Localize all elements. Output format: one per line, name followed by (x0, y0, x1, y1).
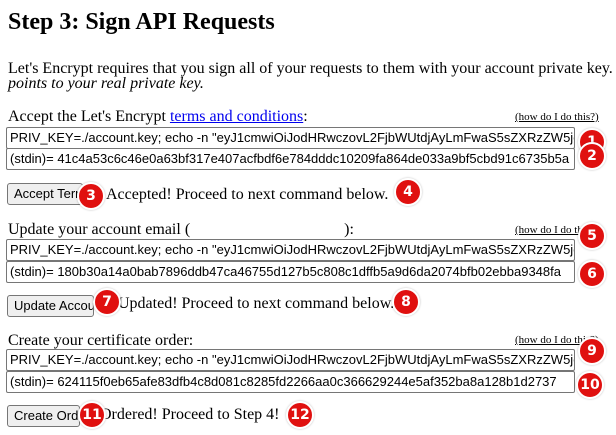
badge-5: 5 (578, 222, 606, 250)
update-output-field[interactable]: (stdin)= 180b30a14a0bab7896ddb47ca46755d… (6, 261, 575, 283)
how-link-accept[interactable]: (how do I do this?) (515, 111, 599, 123)
update-command-field[interactable]: PRIV_KEY=./account.key; echo -n "eyJ1cmw… (6, 239, 575, 261)
page-title: Step 3: Sign API Requests (8, 9, 275, 35)
order-command-field[interactable]: PRIV_KEY=./account.key; echo -n "eyJ1cmw… (6, 349, 575, 371)
badge-9: 9 (578, 337, 606, 365)
badge-7: 7 (93, 288, 121, 316)
badge-2: 2 (578, 142, 606, 170)
badge-10: 10 (576, 371, 604, 399)
accept-terms-button[interactable]: Accept Terms (7, 183, 83, 205)
intro-note: points to your real private key. (8, 75, 204, 92)
badge-6: 6 (578, 260, 606, 288)
badge-3: 3 (77, 182, 105, 210)
order-status: Ordered! Proceed to Step 4! (100, 406, 280, 423)
accept-terms-label: Accept the Let's Encrypt terms and condi… (8, 108, 308, 125)
update-status: Updated! Proceed to next command below. (118, 295, 395, 312)
accept-command-field[interactable]: PRIV_KEY=./account.key; echo -n "eyJ1cmw… (6, 127, 575, 149)
order-output-field[interactable]: (stdin)= 624115f0eb65afe83dfb4c8d081c828… (6, 371, 575, 393)
terms-link[interactable]: terms and conditions (170, 108, 303, 125)
accept-output-field[interactable]: (stdin)= 41c4a53c6c46e0a63bf317e407acfbd… (6, 148, 575, 170)
accept-status: Accepted! Proceed to next command below. (106, 186, 389, 203)
badge-8: 8 (392, 288, 420, 316)
update-account-label: Update your account email (): (8, 221, 354, 238)
badge-12: 12 (286, 401, 314, 429)
badge-4: 4 (394, 178, 422, 206)
update-account-button[interactable]: Update Account (7, 295, 94, 317)
create-order-button[interactable]: Create Order (7, 405, 80, 427)
create-order-label: Create your certificate order: (8, 332, 194, 349)
badge-11: 11 (78, 401, 106, 429)
